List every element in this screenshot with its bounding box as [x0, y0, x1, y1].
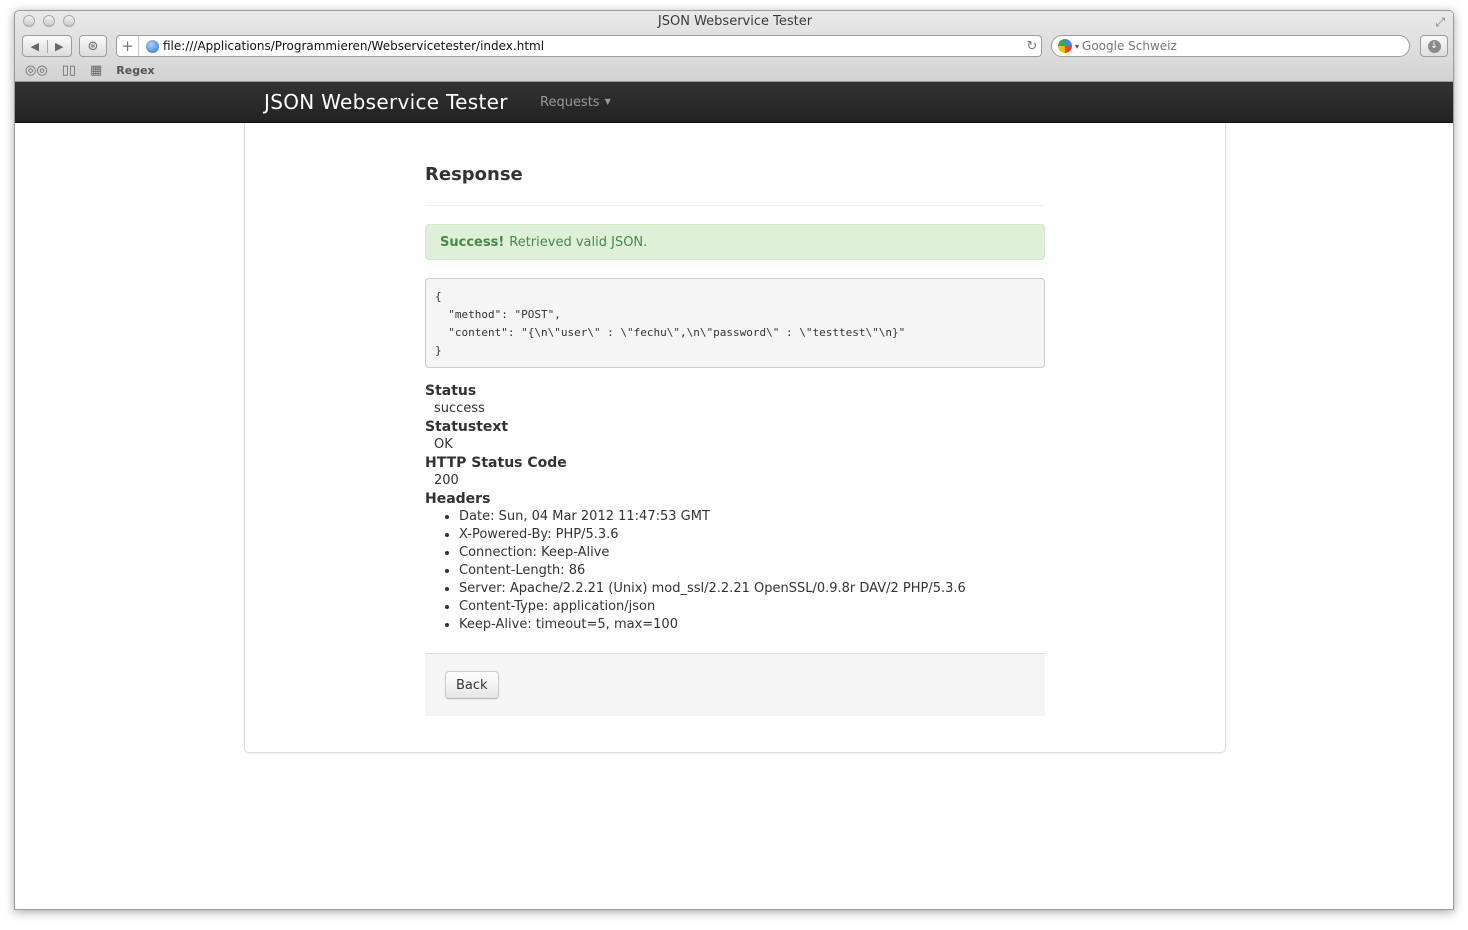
top-sites-button[interactable]: ⊛	[79, 35, 107, 57]
page-header: Response	[425, 163, 1045, 206]
http-status-code-label: HTTP Status Code	[425, 455, 567, 471]
headers-container: Date: Sun, 04 Mar 2012 11:47:53 GMT X-Po…	[425, 508, 1045, 634]
bookmark-regex[interactable]: Regex	[116, 64, 154, 77]
header-item: X-Powered-By: PHP/5.3.6	[459, 526, 1045, 544]
header-item: Content-Type: application/json	[459, 598, 1045, 616]
window-title: JSON Webservice Tester	[657, 14, 813, 29]
search-field[interactable]: ▾ Google Schweiz	[1051, 35, 1410, 57]
forward-icon[interactable]: ▶	[48, 40, 72, 53]
brand[interactable]: JSON Webservice Tester	[264, 90, 508, 114]
status-value: success	[434, 401, 485, 416]
back-icon[interactable]: ◀	[23, 39, 48, 53]
google-icon	[1058, 39, 1072, 53]
http-status-code-value: 200	[434, 473, 459, 488]
reading-list-icon[interactable]: ◎◎	[25, 63, 48, 78]
statustext-label: Statustext	[425, 419, 509, 435]
browser-window: JSON Webservice Tester ⤢ ◀ ▶ ⊛ + file://…	[14, 10, 1454, 910]
search-placeholder: Google Schweiz	[1082, 39, 1177, 53]
caret-down-icon: ▼	[604, 97, 611, 106]
alert-strong: Success!	[440, 234, 505, 250]
grid-icon[interactable]: ▦	[90, 63, 102, 78]
browser-chrome: JSON Webservice Tester ⤢ ◀ ▶ ⊛ + file://…	[15, 11, 1453, 82]
pinwheel-icon: ⊛	[87, 38, 99, 54]
content: Response Success! Retrieved valid JSON. …	[425, 161, 1045, 716]
form-actions: Back	[425, 653, 1045, 716]
header-item: Content-Length: 86	[459, 562, 1045, 580]
page-title: Response	[425, 164, 523, 185]
header-item: Server: Apache/2.2.21 (Unix) mod_ssl/2.2…	[459, 580, 1045, 598]
bookmarks-book-icon[interactable]: ▯▯	[62, 63, 76, 78]
address-bar[interactable]: + file:///Applications/Programmieren/Web…	[116, 35, 1042, 57]
nav-requests-label: Requests	[540, 95, 600, 110]
nav-requests-dropdown[interactable]: Requests ▼	[540, 95, 611, 110]
headers-label: Headers	[425, 491, 491, 507]
alert-text: Retrieved valid JSON.	[509, 234, 648, 250]
globe-icon	[146, 39, 159, 53]
header-item: Keep-Alive: timeout=5, max=100	[459, 616, 1045, 634]
fullscreen-icon[interactable]: ⤢	[1435, 15, 1445, 30]
success-alert: Success! Retrieved valid JSON.	[425, 224, 1045, 260]
headers-list: Date: Sun, 04 Mar 2012 11:47:53 GMT X-Po…	[459, 508, 1045, 634]
back-button[interactable]: Back	[445, 671, 499, 699]
chevron-down-icon[interactable]: ▾	[1075, 42, 1079, 51]
url-field[interactable]: file:///Applications/Programmieren/Webse…	[163, 39, 1023, 53]
response-details: Status success Statustext OK HTTP Status…	[425, 382, 1045, 634]
navbar: JSON Webservice Tester Requests ▼	[15, 82, 1453, 123]
add-bookmark-icon[interactable]: +	[117, 36, 139, 56]
bookmarks-bar: ◎◎ ▯▯ ▦ Regex	[25, 61, 155, 79]
json-output: { "method": "POST", "content": "{\n\"use…	[425, 278, 1045, 368]
download-icon: ↓	[1427, 39, 1441, 53]
downloads-button[interactable]: ↓	[1420, 35, 1448, 57]
reload-icon[interactable]: ↻	[1023, 39, 1041, 54]
header-item: Date: Sun, 04 Mar 2012 11:47:53 GMT	[459, 508, 1045, 526]
back-forward-buttons: ◀ ▶	[22, 35, 72, 57]
statustext-value: OK	[434, 437, 453, 452]
status-label: Status	[425, 383, 477, 399]
header-item: Connection: Keep-Alive	[459, 544, 1045, 562]
